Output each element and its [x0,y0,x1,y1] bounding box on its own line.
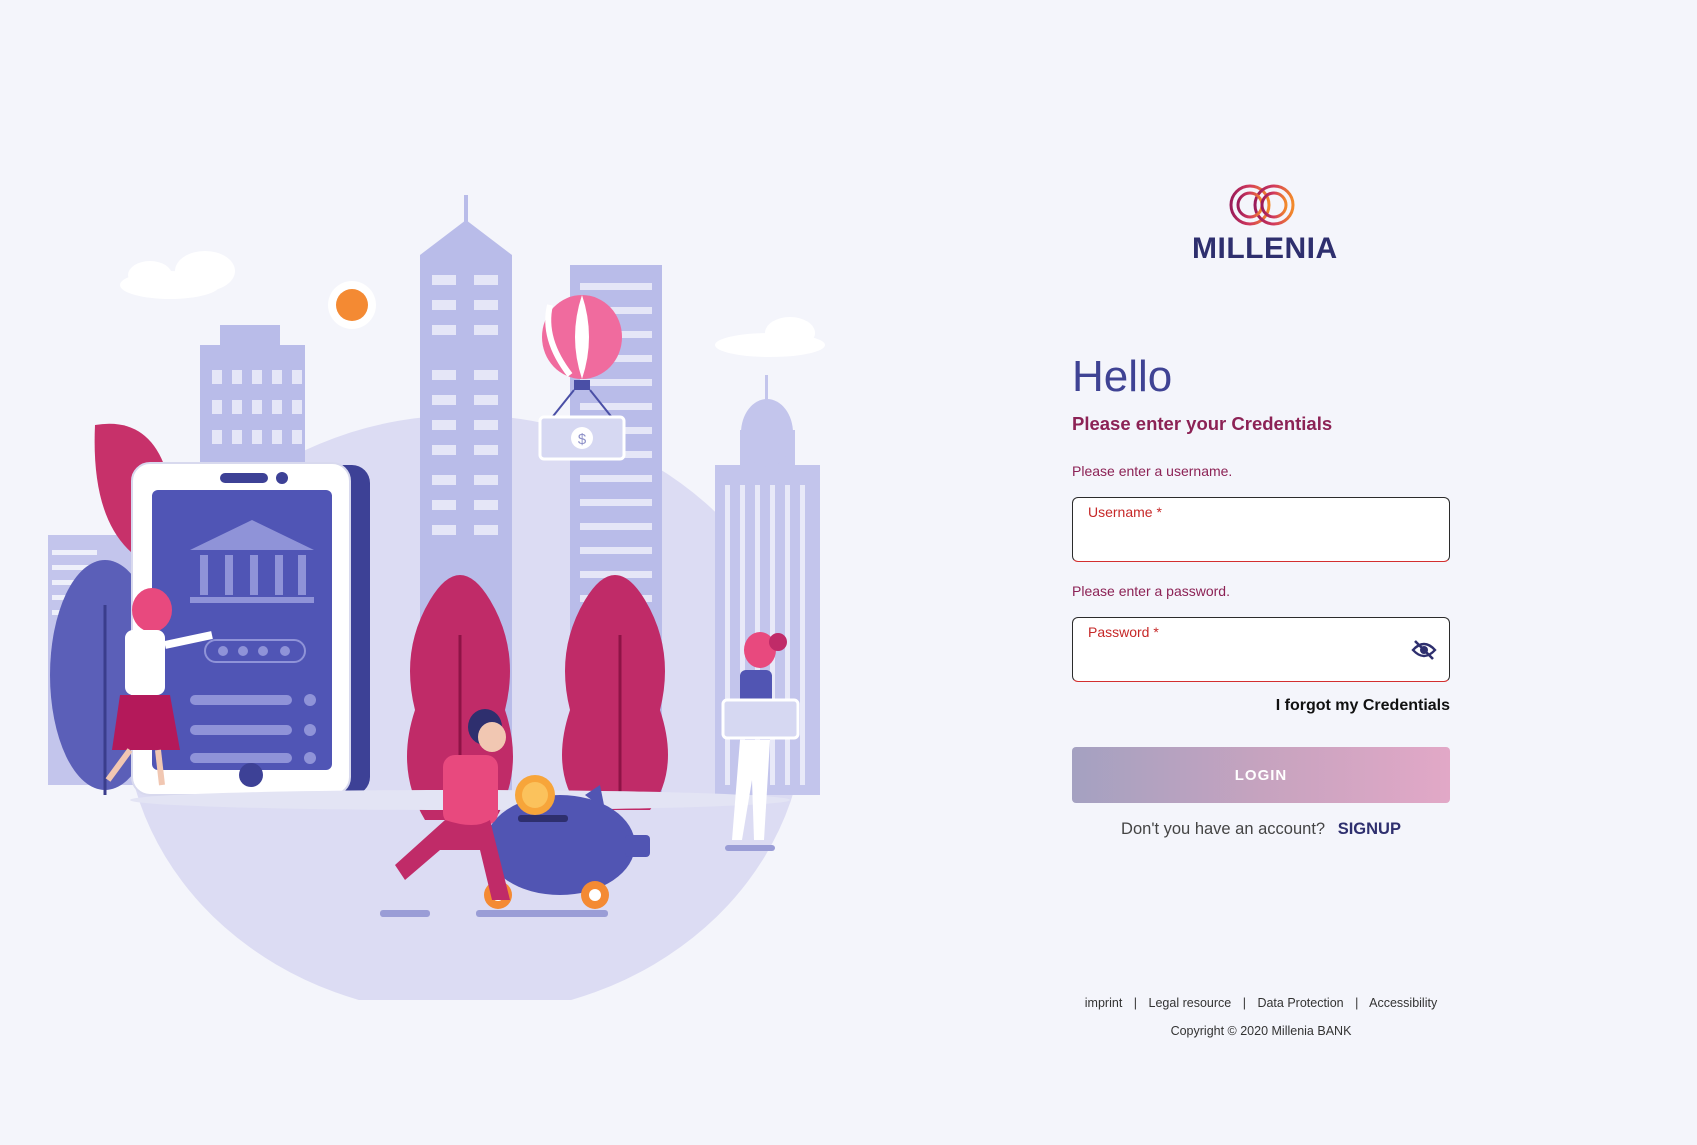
copyright: Copyright © 2020 Millenia BANK [1170,1024,1352,1038]
page-title: Hello [1072,352,1173,401]
signup-row: Don't you have an account? SIGNUP [1072,820,1450,839]
footer-links: imprint | Legal resource | Data Protecti… [1072,996,1450,1010]
username-field[interactable]: Username * [1072,497,1450,562]
signup-prompt: Don't you have an account? [1121,820,1326,838]
signup-link[interactable]: SIGNUP [1338,820,1401,838]
footer-separator: | [1242,996,1246,1010]
forgot-credentials-link[interactable]: I forgot my Credentials [1276,697,1450,715]
city-banking-illustration: $ [48,195,825,1015]
password-input[interactable] [1088,646,1408,674]
login-panel: MILLENIA Hello Please enter your Credent… [1072,0,1450,1145]
footer-link-legal[interactable]: Legal resource [1149,996,1232,1010]
password-label: Password * [1088,624,1159,640]
infinity-logo-icon [1229,184,1295,226]
password-error: Please enter a password. [1072,583,1230,599]
eye-off-icon[interactable] [1411,638,1437,662]
footer-separator: | [1133,996,1138,1010]
username-label: Username * [1088,504,1162,520]
login-button[interactable]: LOGIN [1072,747,1450,803]
brand-name: MILLENIA [1192,232,1338,265]
svg-text:$: $ [578,431,587,448]
footer-link-accessibility[interactable]: Accessibility [1369,996,1437,1010]
hero-illustration: $ [40,195,850,1015]
password-field[interactable]: Password * [1072,617,1450,682]
footer-link-imprint[interactable]: imprint [1085,996,1123,1010]
username-error: Please enter a username. [1072,463,1233,479]
footer-separator: | [1355,996,1359,1010]
brand-logo: MILLENIA [1192,182,1337,265]
footer-link-data-protection[interactable]: Data Protection [1257,996,1343,1010]
username-input[interactable] [1088,526,1408,554]
page-subtitle: Please enter your Credentials [1072,413,1333,434]
